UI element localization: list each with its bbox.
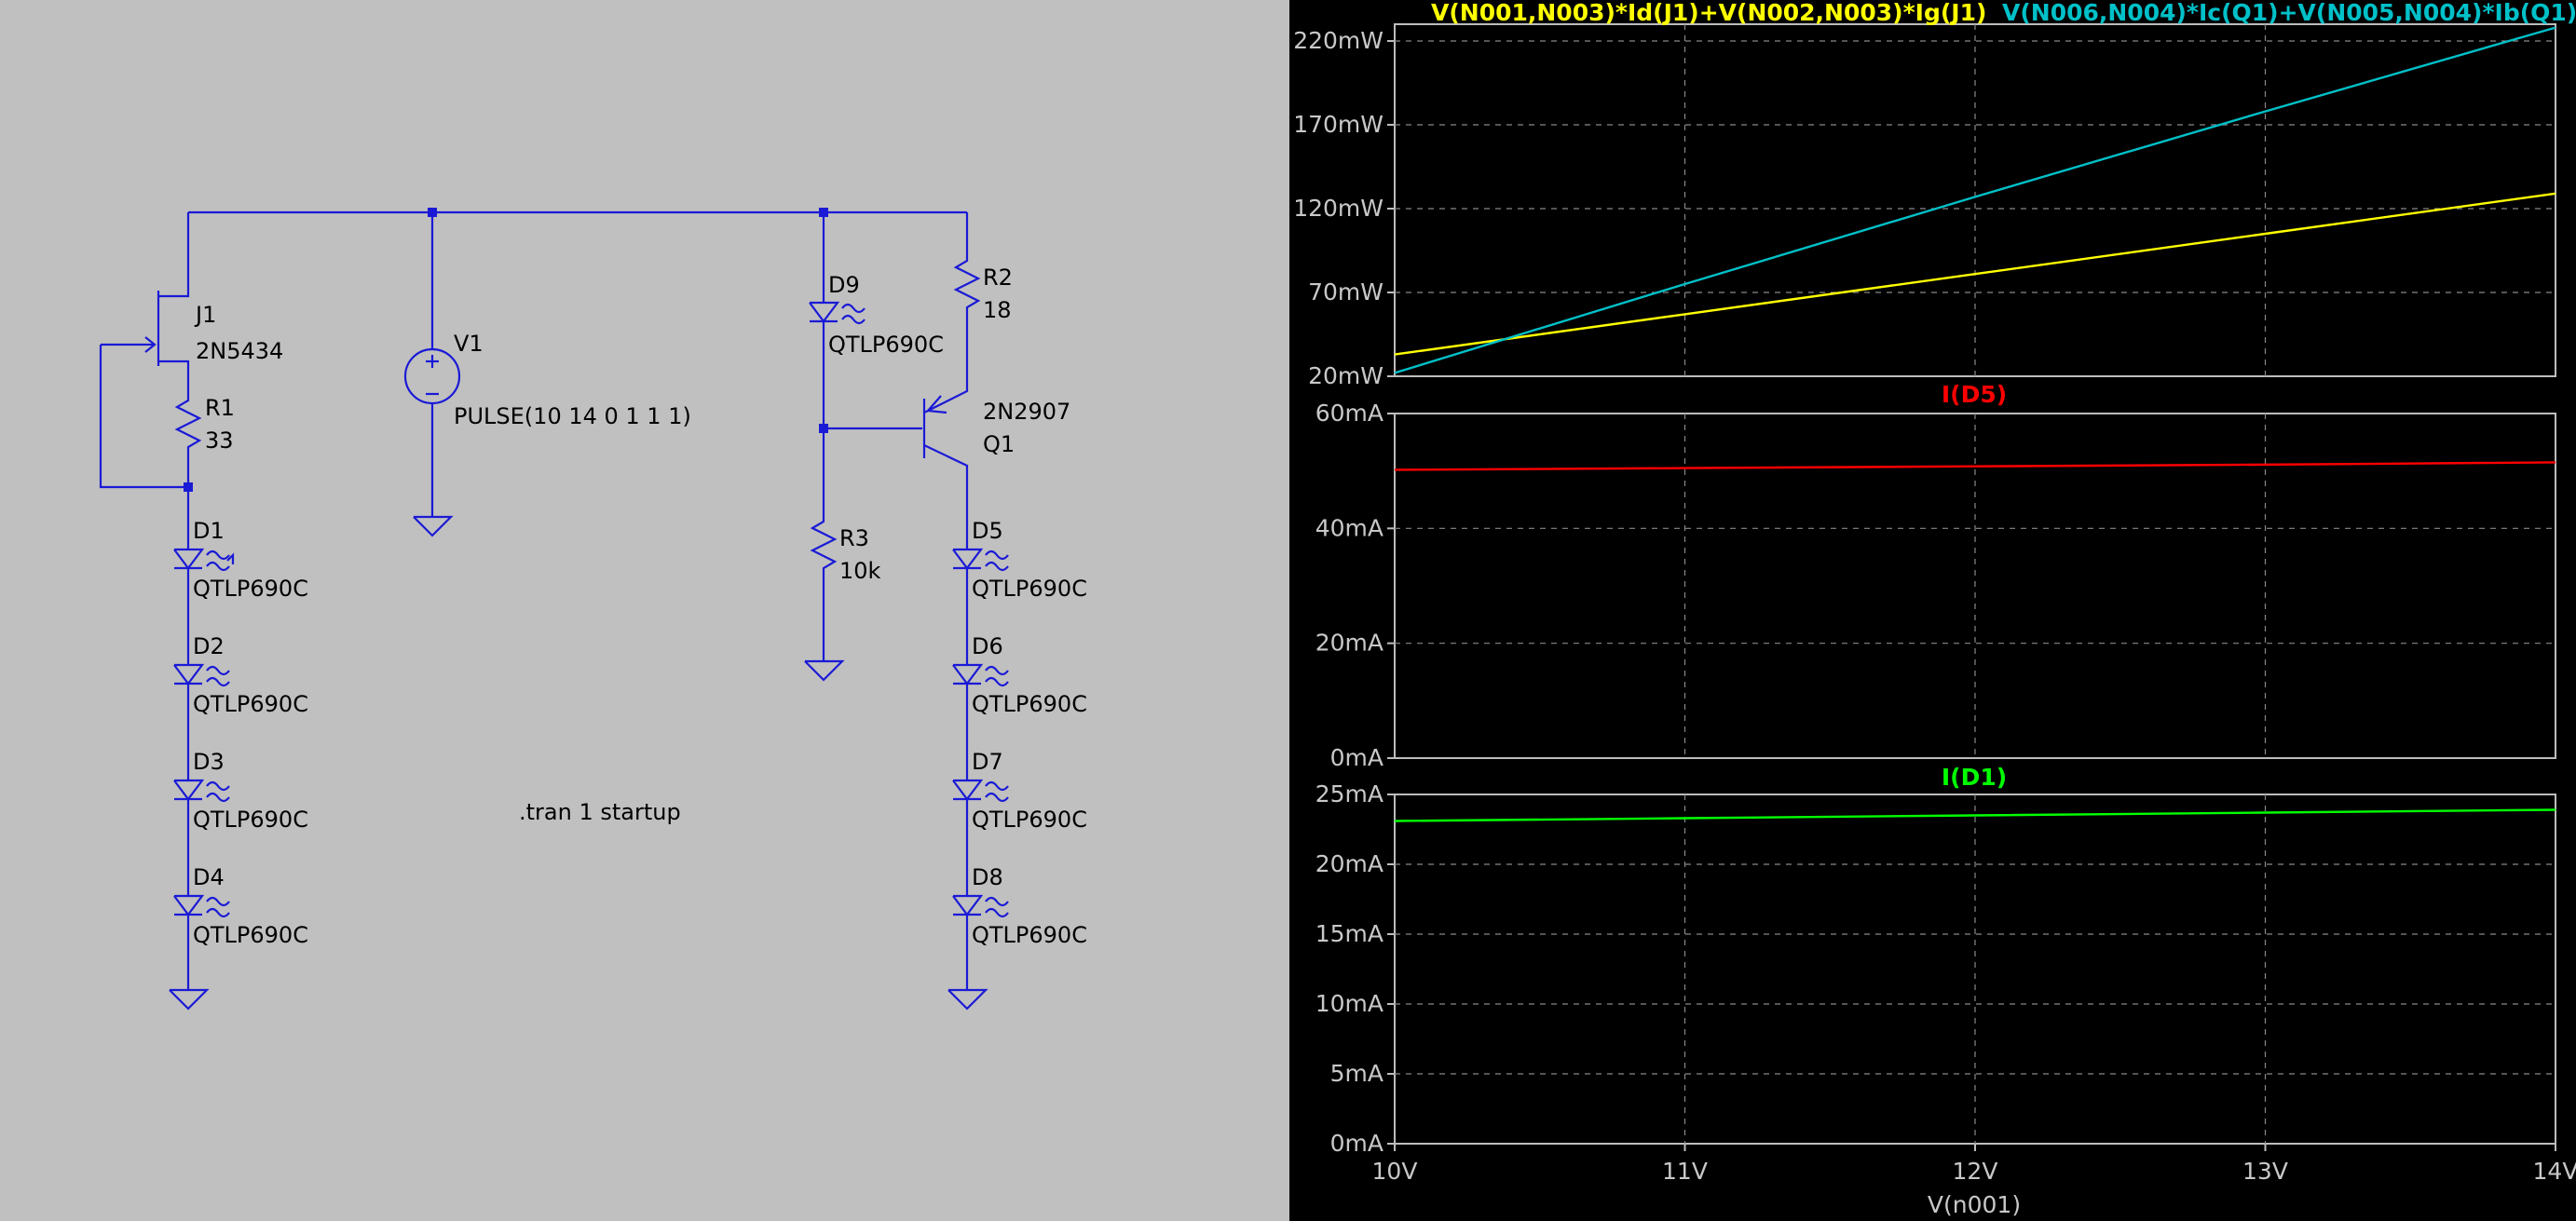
y-tick-label: 40mA bbox=[1315, 514, 1383, 541]
x-tick-label: 12V bbox=[1953, 1158, 1998, 1185]
y-tick-label: 170mW bbox=[1293, 111, 1383, 138]
x-tick-label: 13V bbox=[2242, 1158, 2288, 1185]
y-tick-label: 70mW bbox=[1308, 278, 1383, 305]
trace-label-i-d1[interactable]: I(D1) bbox=[1942, 764, 2007, 791]
transistor-q1[interactable] bbox=[922, 373, 969, 549]
d3-model-label: QTLP690C bbox=[193, 807, 308, 833]
waveform-viewer[interactable]: 20mW 70mW 120mW 170mW 220mW V(N001,N003)*Id(… bbox=[1289, 0, 2576, 1221]
led-d9[interactable] bbox=[809, 212, 865, 428]
y-tick-label: 15mA bbox=[1315, 920, 1383, 947]
v1-value-label: PULSE(10 14 0 1 1 1) bbox=[454, 403, 691, 429]
trace-label-bjt-power[interactable]: V(N006,N004)*Ic(Q1)+V(N005,N004)*Ib(Q1) bbox=[2002, 0, 2576, 26]
d2-ref-label: D2 bbox=[193, 633, 225, 659]
d9-ref-label: D9 bbox=[828, 272, 860, 298]
d6-model-label: QTLP690C bbox=[972, 691, 1087, 717]
d4-ref-label: D4 bbox=[193, 864, 225, 890]
voltage-source-v1[interactable] bbox=[403, 212, 461, 537]
r1-ref-label: R1 bbox=[205, 395, 235, 421]
d6-ref-label: D6 bbox=[972, 633, 1003, 659]
d5-ref-label: D5 bbox=[972, 518, 1003, 544]
trace-line[interactable] bbox=[1394, 26, 2556, 374]
y-tick-label: 5mA bbox=[1330, 1060, 1383, 1087]
x-axis-label: V(n001) bbox=[1928, 1191, 2021, 1218]
resistor-r3[interactable] bbox=[810, 428, 838, 661]
x-tick-label: 14V bbox=[2533, 1158, 2576, 1185]
x-tick-label: 10V bbox=[1372, 1158, 1418, 1185]
trace-label-jfet-power[interactable]: V(N001,N003)*Id(J1)+V(N002,N003)*Ig(J1) bbox=[1431, 0, 1986, 26]
r2-value-label: 18 bbox=[983, 297, 1012, 323]
d7-ref-label: D7 bbox=[972, 749, 1003, 775]
plot-pane-i-d5[interactable]: 0mA 20mA 40mA 60mA I(D5) bbox=[1315, 381, 2556, 771]
y-tick-label: 120mW bbox=[1293, 195, 1383, 222]
r3-ref-label: R3 bbox=[839, 525, 869, 551]
y-tick-label: 60mA bbox=[1315, 400, 1383, 427]
y-tick-label: 20mW bbox=[1308, 362, 1383, 389]
d8-model-label: QTLP690C bbox=[972, 922, 1087, 948]
j1-ref-label: J1 bbox=[194, 302, 216, 328]
d1-ref-label: D1 bbox=[193, 518, 225, 544]
y-tick-label: 25mA bbox=[1315, 780, 1383, 807]
pane-frame bbox=[1394, 794, 2556, 1145]
jfet-j1[interactable] bbox=[101, 212, 190, 389]
ground-symbol-left[interactable] bbox=[169, 988, 210, 1011]
resistor-r2[interactable] bbox=[953, 212, 981, 373]
wire-gate-loop[interactable] bbox=[99, 345, 188, 489]
d4-model-label: QTLP690C bbox=[193, 922, 308, 948]
q1-ref-label: Q1 bbox=[983, 431, 1015, 457]
ground-symbol-middle[interactable] bbox=[804, 659, 845, 682]
y-tick-label: 0mA bbox=[1330, 744, 1383, 771]
y-tick-label: 10mA bbox=[1315, 990, 1383, 1017]
r3-value-label: 10k bbox=[839, 558, 881, 584]
resistor-r1[interactable] bbox=[174, 389, 202, 487]
y-tick-label: 220mW bbox=[1293, 27, 1383, 54]
d1-model-label: QTLP690C bbox=[193, 576, 308, 602]
spice-directive[interactable]: .tran 1 startup bbox=[519, 799, 681, 825]
waveform-canvas[interactable]: 20mW 70mW 120mW 170mW 220mW V(N001,N003)*Id(… bbox=[1289, 0, 2576, 1221]
schematic-canvas[interactable]: J1 2N5434 R1 33 D1 QTLP690C D2 QTLP690C … bbox=[0, 0, 1289, 1221]
d8-ref-label: D8 bbox=[972, 864, 1003, 890]
ground-symbol-right[interactable] bbox=[947, 988, 988, 1011]
v1-ref-label: V1 bbox=[454, 331, 484, 357]
y-tick-label: 20mA bbox=[1315, 630, 1383, 657]
d2-model-label: QTLP690C bbox=[193, 691, 308, 717]
d7-model-label: QTLP690C bbox=[972, 807, 1087, 833]
plot-pane-power[interactable]: 20mW 70mW 120mW 170mW 220mW V(N001,N003)*Id(… bbox=[1293, 0, 2576, 389]
plot-pane-i-d1[interactable]: 0mA 5mA 10mA 15mA 20mA 25mA I(D1) bbox=[1315, 764, 2556, 1157]
r2-ref-label: R2 bbox=[983, 265, 1013, 291]
trace-label-i-d5[interactable]: I(D5) bbox=[1942, 381, 2007, 408]
d5-model-label: QTLP690C bbox=[972, 576, 1087, 602]
schematic-editor[interactable]: J1 2N5434 R1 33 D1 QTLP690C D2 QTLP690C … bbox=[0, 0, 1289, 1221]
q1-model-label: 2N2907 bbox=[983, 399, 1070, 425]
j1-model-label: 2N5434 bbox=[196, 338, 283, 364]
d3-ref-label: D3 bbox=[193, 749, 225, 775]
y-tick-label: 20mA bbox=[1315, 850, 1383, 877]
y-tick-label: 0mA bbox=[1330, 1130, 1383, 1157]
d9-model-label: QTLP690C bbox=[828, 332, 944, 358]
x-tick-label: 11V bbox=[1662, 1158, 1708, 1185]
r1-value-label: 33 bbox=[205, 427, 234, 454]
